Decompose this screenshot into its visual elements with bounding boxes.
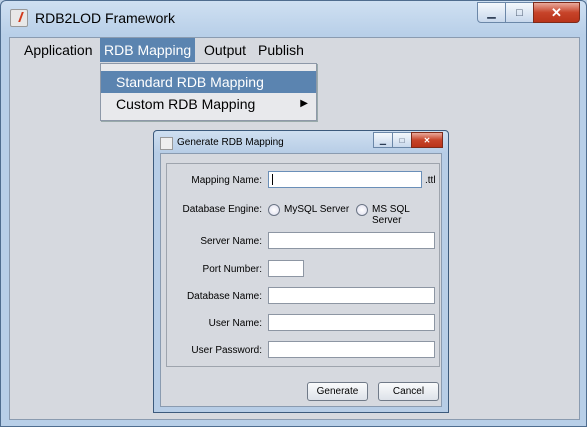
port-number-label: Port Number: — [202, 264, 262, 275]
title-bar[interactable]: RDB2LOD Framework ▁ □ ✕ — [1, 1, 586, 37]
mysql-server-radio[interactable] — [268, 204, 280, 216]
ttl-suffix-label: .ttl — [425, 175, 436, 186]
text-caret — [272, 174, 273, 185]
menu-application[interactable]: Application — [20, 38, 97, 62]
port-number-input[interactable] — [268, 260, 304, 277]
menu-publish[interactable]: Publish — [254, 38, 308, 62]
dialog-title: Generate RDB Mapping — [177, 137, 284, 148]
mysql-server-label[interactable]: MySQL Server — [284, 204, 349, 215]
database-name-input[interactable] — [268, 287, 435, 304]
mapping-name-label: Mapping Name: — [191, 175, 262, 186]
maximize-icon[interactable]: □ — [392, 132, 412, 148]
close-icon[interactable]: ✕ — [411, 132, 443, 148]
database-engine-label: Database Engine: — [182, 204, 262, 215]
ms-sql-server-label[interactable]: MS SQL Server — [372, 204, 439, 226]
window-controls: ▁ □ ✕ — [477, 2, 580, 23]
close-icon[interactable]: ✕ — [533, 2, 580, 23]
maximize-icon[interactable]: □ — [505, 2, 534, 23]
dialog-body: Mapping Name: .ttl Database Engine: MySQ… — [160, 153, 442, 407]
minimize-icon[interactable]: ▁ — [477, 2, 506, 23]
server-name-label: Server Name: — [200, 236, 262, 247]
menu-item-label: Custom RDB Mapping — [116, 96, 256, 112]
ms-sql-server-radio[interactable] — [356, 204, 368, 216]
generate-rdb-mapping-dialog: Generate RDB Mapping ▁ □ ✕ Mapping Name:… — [153, 130, 449, 413]
cancel-button[interactable]: Cancel — [378, 382, 439, 401]
submenu-arrow-icon: ▶ — [300, 98, 308, 109]
menu-item-label: Standard RDB Mapping — [116, 74, 264, 90]
menu-bar: Application RDB Mapping Output Publish — [10, 38, 579, 62]
server-name-input[interactable] — [268, 232, 435, 249]
mapping-name-input[interactable] — [268, 171, 422, 188]
user-name-input[interactable] — [268, 314, 435, 331]
menu-output[interactable]: Output — [200, 38, 250, 62]
user-password-input[interactable] — [268, 341, 435, 358]
menu-item-custom-rdb-mapping[interactable]: Custom RDB Mapping ▶ — [101, 93, 316, 115]
menu-rdb-mapping[interactable]: RDB Mapping — [100, 38, 196, 62]
user-name-label: User Name: — [208, 318, 262, 329]
database-name-label: Database Name: — [186, 291, 262, 302]
rdb-mapping-dropdown: Standard RDB Mapping Custom RDB Mapping … — [100, 63, 317, 121]
user-password-label: User Password: — [191, 345, 262, 356]
window-title: RDB2LOD Framework — [35, 10, 176, 26]
java-app-icon — [10, 9, 28, 27]
minimize-icon[interactable]: ▁ — [373, 132, 393, 148]
generate-button[interactable]: Generate — [307, 382, 368, 401]
java-app-icon — [160, 137, 173, 150]
menu-item-standard-rdb-mapping[interactable]: Standard RDB Mapping — [101, 71, 316, 93]
dialog-controls: ▁ □ ✕ — [373, 132, 443, 148]
form-panel: Mapping Name: .ttl Database Engine: MySQ… — [166, 163, 440, 367]
